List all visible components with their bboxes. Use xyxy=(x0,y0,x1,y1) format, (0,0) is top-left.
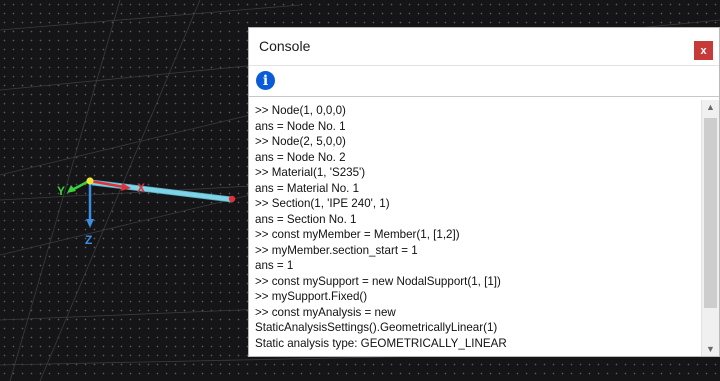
console-line: ans = Material No. 1 xyxy=(255,181,360,195)
console-line: ans = 1 xyxy=(255,259,294,272)
console-output[interactable]: >> Node(1, 0,0,0) ans = Node No. 1 >> No… xyxy=(251,100,699,357)
console-line: ans = Node No. 2 xyxy=(255,150,346,164)
console-title: Console xyxy=(259,38,311,54)
console-line: >> Material(1, 'S235') xyxy=(255,166,366,179)
close-button[interactable]: x xyxy=(694,41,713,60)
console-line: >> myMember.section_start = 1 xyxy=(255,243,418,257)
console-line: Static analysis type: GEOMETRICALLY_LINE… xyxy=(255,336,507,350)
console-line: ans = Section No. 1 xyxy=(255,212,357,226)
z-axis-label: Z xyxy=(85,233,93,247)
y-axis xyxy=(71,179,90,192)
member-beam xyxy=(91,179,233,203)
console-line: >> const mySupport = new NodalSupport(1,… xyxy=(255,274,501,288)
z-axis-arrow xyxy=(86,219,94,228)
console-line: >> Node(1, 0,0,0) xyxy=(255,104,346,117)
console-line: >> mySupport.Fixed() xyxy=(255,290,368,303)
console-line: >> Node(2, 5,0,0) xyxy=(255,135,346,148)
scroll-thumb[interactable] xyxy=(704,118,717,308)
console-line: StaticAnalysisSettings().GeometricallyLi… xyxy=(255,321,498,334)
console-line: ans = Node No. 1 xyxy=(255,119,346,133)
y-axis-label: Y xyxy=(57,184,66,198)
console-window[interactable]: Console x i >> Node(1, 0,0,0) ans = Node… xyxy=(248,27,720,357)
console-scrollbar[interactable]: ▲ ▼ xyxy=(701,100,719,356)
console-line: >> const myAnalysis = new xyxy=(255,305,396,319)
scroll-up-arrow-icon[interactable]: ▲ xyxy=(702,100,719,114)
console-titlebar[interactable]: Console x xyxy=(249,28,719,66)
console-line: >> const myMember = Member(1, [1,2]) xyxy=(255,228,460,241)
console-toolbar: i xyxy=(249,66,719,97)
x-axis-label: X xyxy=(137,181,146,195)
info-icon[interactable]: i xyxy=(256,71,275,90)
node-end xyxy=(228,195,236,203)
console-line: >> Section(1, 'IPE 240', 1) xyxy=(255,197,390,210)
scroll-down-arrow-icon[interactable]: ▼ xyxy=(702,342,719,356)
node-start xyxy=(86,177,94,185)
